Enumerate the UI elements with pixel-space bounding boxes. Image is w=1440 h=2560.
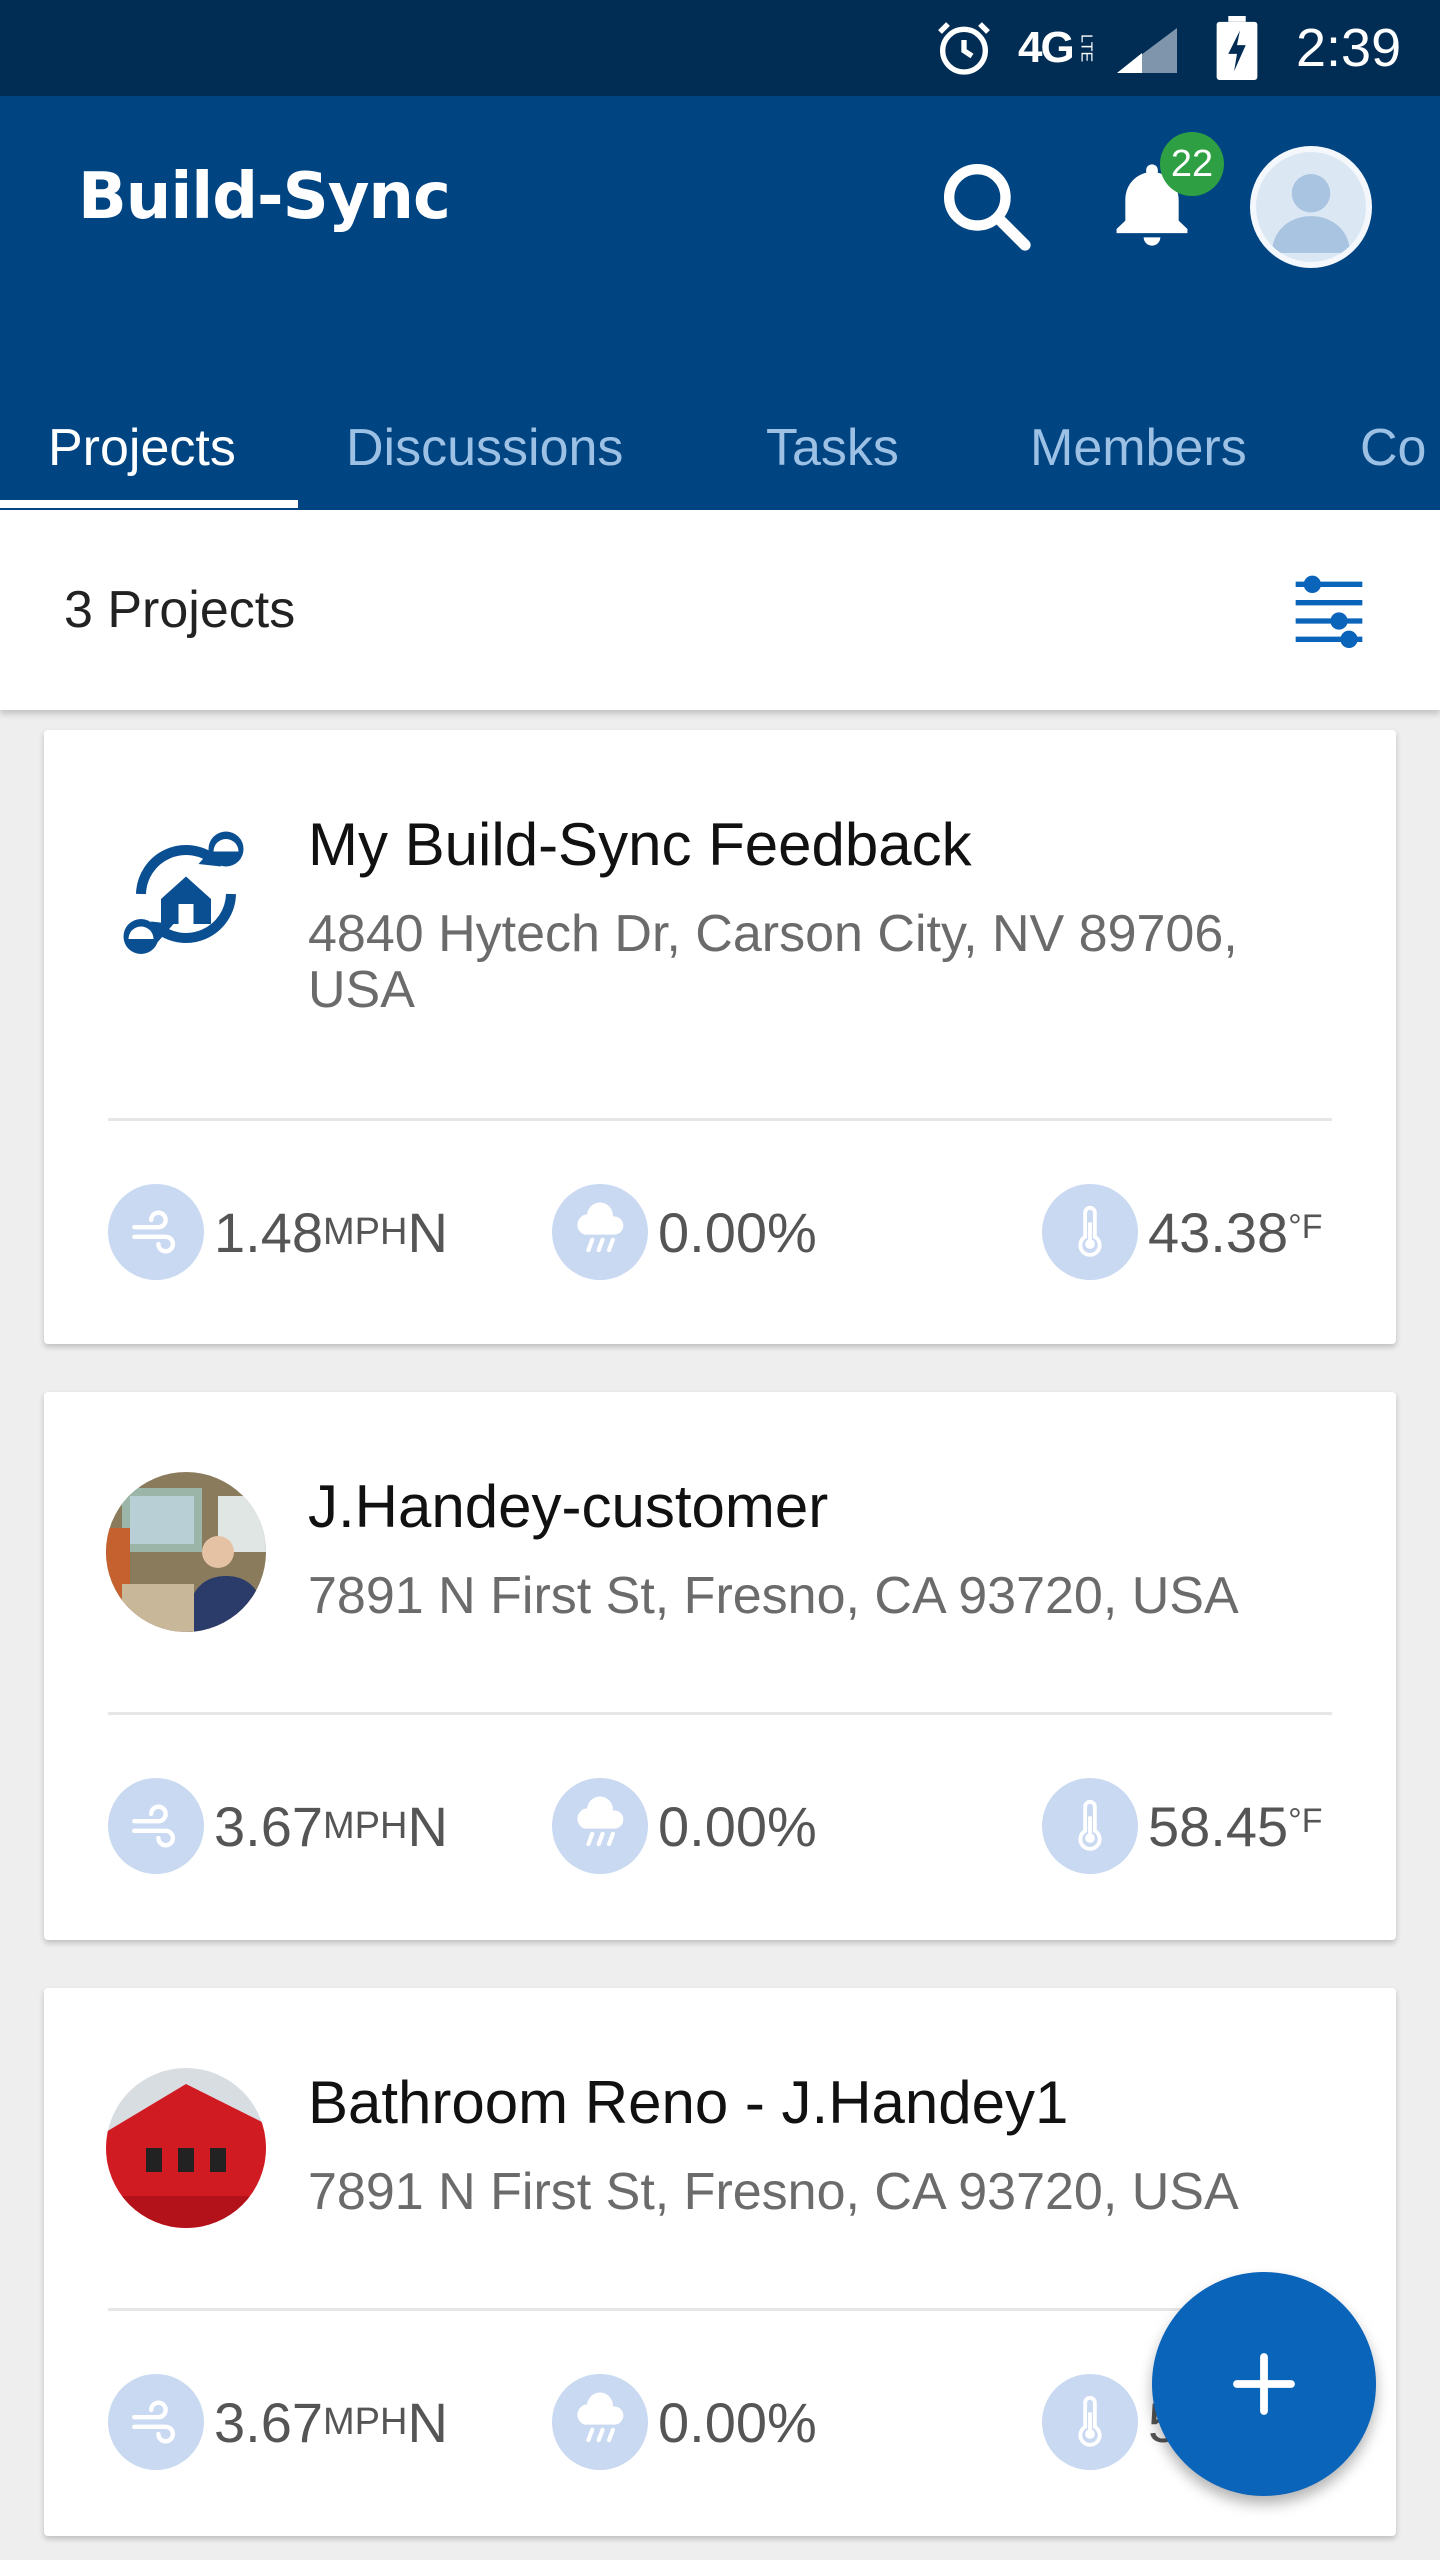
user-avatar[interactable] — [1250, 146, 1372, 268]
wind-icon — [108, 2374, 204, 2470]
tab-discussions[interactable]: Discussions — [346, 386, 623, 510]
build-sync-logo-icon — [123, 831, 244, 954]
person-photo-icon — [106, 1472, 266, 1632]
project-address: 4840 Hytech Dr, Carson City, NV 89706, U… — [308, 905, 1238, 1019]
rain-cloud-icon — [552, 2374, 648, 2470]
network-subtype: LTE — [1077, 33, 1095, 63]
project-address: 7891 N First St, Fresno, CA 93720, USA — [308, 1567, 1239, 1625]
project-photo — [106, 1472, 266, 1632]
wind-unit: MPH — [323, 1210, 408, 1253]
temperature-value: 58.45 — [1148, 1794, 1289, 1858]
house-photo-icon — [106, 2068, 266, 2228]
wind-unit: MPH — [323, 2400, 408, 2443]
project-address: 7891 N First St, Fresno, CA 93720, USA — [308, 2163, 1239, 2221]
temperature-unit: °F — [1288, 1207, 1323, 1246]
precipitation-metric: 0.00% — [552, 1182, 817, 1282]
project-card[interactable]: J.Handey-customer 7891 N First St, Fresn… — [44, 1392, 1396, 1940]
projects-list-header: 3 Projects — [0, 510, 1440, 710]
user-icon — [1272, 174, 1350, 253]
project-logo — [106, 814, 266, 974]
wind-metric: 1.48 MPH N — [108, 1182, 448, 1282]
project-photo — [106, 2068, 266, 2228]
card-divider — [108, 1712, 1332, 1715]
wind-metric: 3.67 MPH N — [108, 1776, 448, 1876]
project-name: My Build-Sync Feedback — [308, 811, 972, 878]
wind-icon — [108, 1184, 204, 1280]
notification-badge: 22 — [1160, 132, 1224, 196]
wind-unit: MPH — [323, 1804, 408, 1847]
tab-tasks[interactable]: Tasks — [766, 386, 899, 510]
tab-bar: Projects Discussions Tasks Members Co — [0, 386, 1440, 510]
precipitation-value: 0.00% — [658, 2390, 817, 2454]
filter-button[interactable] — [1284, 566, 1374, 656]
precipitation-metric: 0.00% — [552, 1776, 817, 1876]
tab-projects[interactable]: Projects — [48, 386, 236, 510]
search-icon — [943, 163, 1031, 251]
add-project-button[interactable] — [1152, 2272, 1376, 2496]
thermometer-icon — [1042, 2374, 1138, 2470]
alarm-icon — [932, 0, 996, 96]
tab-co[interactable]: Co — [1360, 386, 1426, 510]
card-divider — [108, 1118, 1332, 1121]
app-title: Build-Sync — [78, 160, 451, 234]
active-tab-indicator — [0, 500, 298, 508]
wind-direction: N — [407, 1794, 448, 1858]
wind-metric: 3.67 MPH N — [108, 2372, 448, 2472]
app-bar: Build-Sync 22 Projects Discussions Tasks… — [0, 96, 1440, 510]
temperature-metric: 58.45 °F — [1042, 1776, 1323, 1876]
status-bar: 4G LTE 2:39 — [0, 0, 1440, 96]
network-indicator: 4G LTE — [1018, 0, 1095, 96]
precipitation-value: 0.00% — [658, 1200, 817, 1264]
tab-members[interactable]: Members — [1030, 386, 1247, 510]
precipitation-value: 0.00% — [658, 1794, 817, 1858]
wind-speed: 3.67 — [214, 1794, 323, 1858]
card-divider — [108, 2308, 1332, 2311]
wind-speed: 1.48 — [214, 1200, 323, 1264]
project-card[interactable]: My Build-Sync Feedback 4840 Hytech Dr, C… — [44, 730, 1396, 1344]
network-type: 4G — [1018, 23, 1075, 72]
project-name: J.Handey-customer — [308, 1473, 829, 1540]
temperature-metric: 43.38 °F — [1042, 1182, 1323, 1282]
projects-count: 3 Projects — [64, 581, 296, 639]
rain-cloud-icon — [552, 1184, 648, 1280]
wind-direction: N — [407, 2390, 448, 2454]
wind-speed: 3.67 — [214, 2390, 323, 2454]
project-name: Bathroom Reno - J.Handey1 — [308, 2069, 1069, 2136]
signal-icon — [1112, 0, 1182, 96]
filter-sliders-icon — [1295, 575, 1363, 649]
thermometer-icon — [1042, 1184, 1138, 1280]
temperature-value: 43.38 — [1148, 1200, 1289, 1264]
precipitation-metric: 0.00% — [552, 2372, 817, 2472]
thermometer-icon — [1042, 1778, 1138, 1874]
battery-icon — [1215, 0, 1259, 96]
temperature-unit: °F — [1288, 1801, 1323, 1840]
search-button[interactable] — [930, 150, 1042, 262]
wind-icon — [108, 1778, 204, 1874]
rain-cloud-icon — [552, 1778, 648, 1874]
plus-icon — [1233, 2353, 1295, 2415]
wind-direction: N — [407, 1200, 448, 1264]
status-time: 2:39 — [1296, 18, 1402, 78]
